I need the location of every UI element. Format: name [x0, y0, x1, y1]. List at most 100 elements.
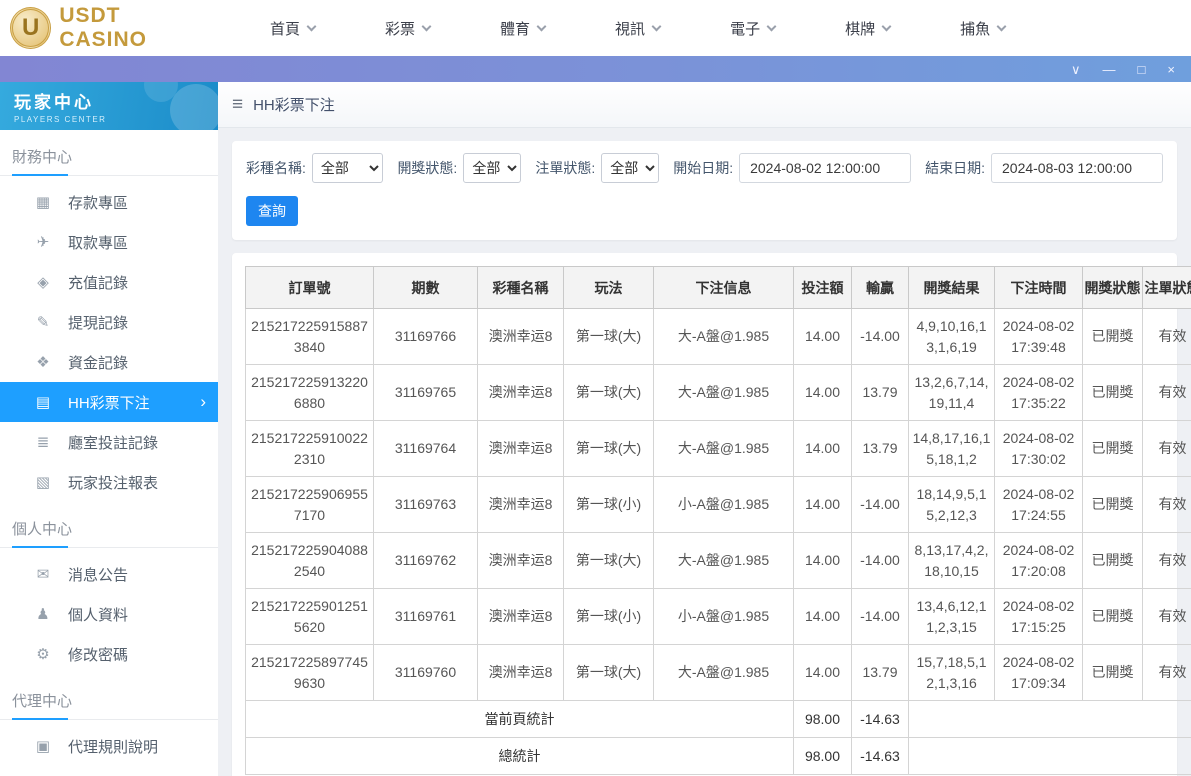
order-status-select[interactable]: 全部	[601, 153, 660, 183]
table-cell: 第一球(大)	[563, 364, 654, 421]
sidebar-item-label: 存款專區	[68, 194, 129, 212]
nav-item-4[interactable]: 電子	[730, 18, 777, 39]
draw-status-label: 開獎狀態:	[397, 160, 458, 176]
table-cell: 第一球(小)	[563, 476, 654, 533]
sidebar-section-label: 財務中心	[0, 130, 218, 176]
sidebar-item-withdraw-records[interactable]: ✎提現記錄›	[0, 302, 218, 342]
funds-icon: ❖	[36, 354, 50, 371]
nav-item-2[interactable]: 體育	[500, 18, 547, 39]
start-date-input[interactable]	[739, 153, 912, 183]
players-center-header: 玩家中心 PLAYERS CENTER	[0, 82, 218, 130]
table-cell: 4,9,10,16,13,1,6,19	[908, 308, 995, 365]
card-icon: ▦	[35, 194, 51, 211]
withdraw-record-icon: ✎	[36, 314, 50, 331]
sidebar-item-deposit-zone[interactable]: ▦存款專區›	[0, 182, 218, 222]
sidebar-item-profile[interactable]: ♟個人資料›	[0, 594, 218, 634]
table-cell: 13,4,6,12,11,2,3,15	[908, 588, 995, 645]
table-cell: 澳洲幸运8	[477, 532, 564, 589]
chevron-right-icon: ›	[200, 392, 206, 411]
table-cell: 2024-08-02 17:24:55	[994, 476, 1083, 533]
table-cell: 2152172258977459630	[245, 644, 374, 701]
summary-empty-cell	[908, 700, 1191, 738]
nav-item-3[interactable]: 視訊	[615, 18, 662, 39]
page-header: ≡ HH彩票下注	[218, 82, 1191, 128]
nav-item-label: 體育	[500, 20, 531, 38]
table-cell: 31169761	[373, 588, 478, 645]
sidebar-item-fund-records[interactable]: ❖資金記錄›	[0, 342, 218, 382]
table-cell: 14,8,17,16,15,18,1,2	[908, 420, 995, 477]
table-cell: 澳洲幸运8	[477, 308, 564, 365]
gear-icon: ⚙	[36, 646, 50, 663]
nav-item-5[interactable]: 棋牌	[845, 18, 892, 39]
sidebar-item-label: 取款專區	[68, 234, 129, 252]
table-cell: 2024-08-02 17:15:25	[994, 588, 1083, 645]
table-cell: 已開獎	[1082, 588, 1143, 645]
sidebar-item-recharge-records[interactable]: ◈充值記錄›	[0, 262, 218, 302]
sidebar-item-agent-rules[interactable]: ▣代理規則說明›	[0, 726, 218, 766]
table-cell: 2024-08-02 17:09:34	[994, 644, 1083, 701]
chevron-down-icon	[306, 21, 317, 31]
nav-item-0[interactable]: 首頁	[270, 18, 317, 39]
chevron-down-icon[interactable]: ∨	[1071, 63, 1081, 76]
column-header: 開獎狀態	[1082, 266, 1143, 309]
table-cell: 31169764	[373, 420, 478, 477]
close-icon[interactable]: ×	[1167, 63, 1175, 76]
table-cell: 13.79	[851, 644, 909, 701]
end-date-input[interactable]	[991, 153, 1163, 183]
sidebar-menu: 財務中心▦存款專區›✈取款專區›◈充值記錄›✎提現記錄›❖資金記錄›▤HH彩票下…	[0, 130, 218, 766]
table-cell: 31169763	[373, 476, 478, 533]
lottery-icon: ▤	[35, 394, 51, 411]
sidebar-item-hh-lottery-bets[interactable]: ▤ HH彩票下注 ›	[0, 382, 218, 422]
top-bar: U USDT CASINO 首頁 彩票 體育 視訊 電子 棋牌 捕魚	[0, 0, 1191, 56]
table-cell: 已開獎	[1082, 420, 1143, 477]
column-header: 期數	[373, 266, 478, 309]
table-row: 2152172259100222310 31169764 澳洲幸运8 第一球(大) 大-…	[245, 420, 1191, 477]
table-cell: 小-A盤@1.985	[653, 476, 794, 533]
table-cell: 第一球(大)	[563, 644, 654, 701]
sidebar-item-room-bet-records[interactable]: ≣廳室投註記錄›	[0, 422, 218, 462]
sidebar-item-label: 玩家投注報表	[68, 474, 159, 492]
summary-bet-total: 98.00	[793, 737, 852, 775]
nav-item-1[interactable]: 彩票	[385, 18, 432, 39]
nav-item-6[interactable]: 捕魚	[960, 18, 1007, 39]
end-date-label: 結束日期:	[925, 160, 985, 176]
sidebar-item-label: 修改密碼	[68, 646, 129, 664]
column-header: 輸贏	[851, 266, 909, 309]
bell-icon: ✉	[36, 566, 50, 583]
recharge-icon: ◈	[37, 274, 49, 291]
chevron-down-icon	[766, 21, 777, 31]
table-cell: 2024-08-02 17:35:22	[994, 364, 1083, 421]
summary-label: 總統計	[245, 737, 794, 775]
table-cell: 第一球(大)	[563, 420, 654, 477]
table-cell: 2152172259100222310	[245, 420, 374, 477]
lottery-name-select[interactable]: 全部	[311, 153, 384, 183]
table-cell: 有效	[1142, 364, 1191, 421]
nav-item-label: 彩票	[385, 20, 416, 38]
search-button[interactable]: 查詢	[246, 196, 298, 226]
table-cell: 大-A盤@1.985	[653, 644, 794, 701]
sidebar-item-withdraw-zone[interactable]: ✈取款專區›	[0, 222, 218, 262]
table-cell: 14.00	[793, 644, 852, 701]
sidebar-item-announcements[interactable]: ✉消息公告›	[0, 554, 218, 594]
maximize-icon[interactable]: □	[1138, 63, 1146, 76]
table-cell: -14.00	[851, 476, 909, 533]
summary-label: 當前頁統計	[245, 700, 794, 738]
table-cell: 2152172259158873840	[245, 308, 374, 365]
sidebar-item-label: 廳室投註記錄	[68, 434, 159, 452]
room-records-icon: ≣	[36, 434, 50, 451]
table-cell: 已開獎	[1082, 644, 1143, 701]
table-cell: 14.00	[793, 420, 852, 477]
sidebar-item-label: 資金記錄	[68, 354, 129, 372]
table-cell: 第一球(大)	[563, 308, 654, 365]
minimize-icon[interactable]: —	[1103, 63, 1116, 76]
table-cell: 14.00	[793, 476, 852, 533]
table-cell: 18,14,9,5,15,2,12,3	[908, 476, 995, 533]
menu-toggle-icon[interactable]: ≡	[232, 94, 243, 116]
draw-status-select[interactable]: 全部	[463, 153, 522, 183]
sidebar-item-change-password[interactable]: ⚙修改密碼›	[0, 634, 218, 674]
sidebar-item-player-bet-report[interactable]: ▧玩家投注報表›	[0, 462, 218, 502]
sidebar: 玩家中心 PLAYERS CENTER 財務中心 ▦ 存款專區 › ✈取款專區›◈充值記…	[0, 82, 218, 776]
main-area: ≡ HH彩票下注 彩種名稱: 全部 開獎狀態: 全部 注單狀態: 全部 開始日期…	[218, 82, 1191, 776]
table-cell: 2152172259069557170	[245, 476, 374, 533]
table-cell: 第一球(小)	[563, 588, 654, 645]
